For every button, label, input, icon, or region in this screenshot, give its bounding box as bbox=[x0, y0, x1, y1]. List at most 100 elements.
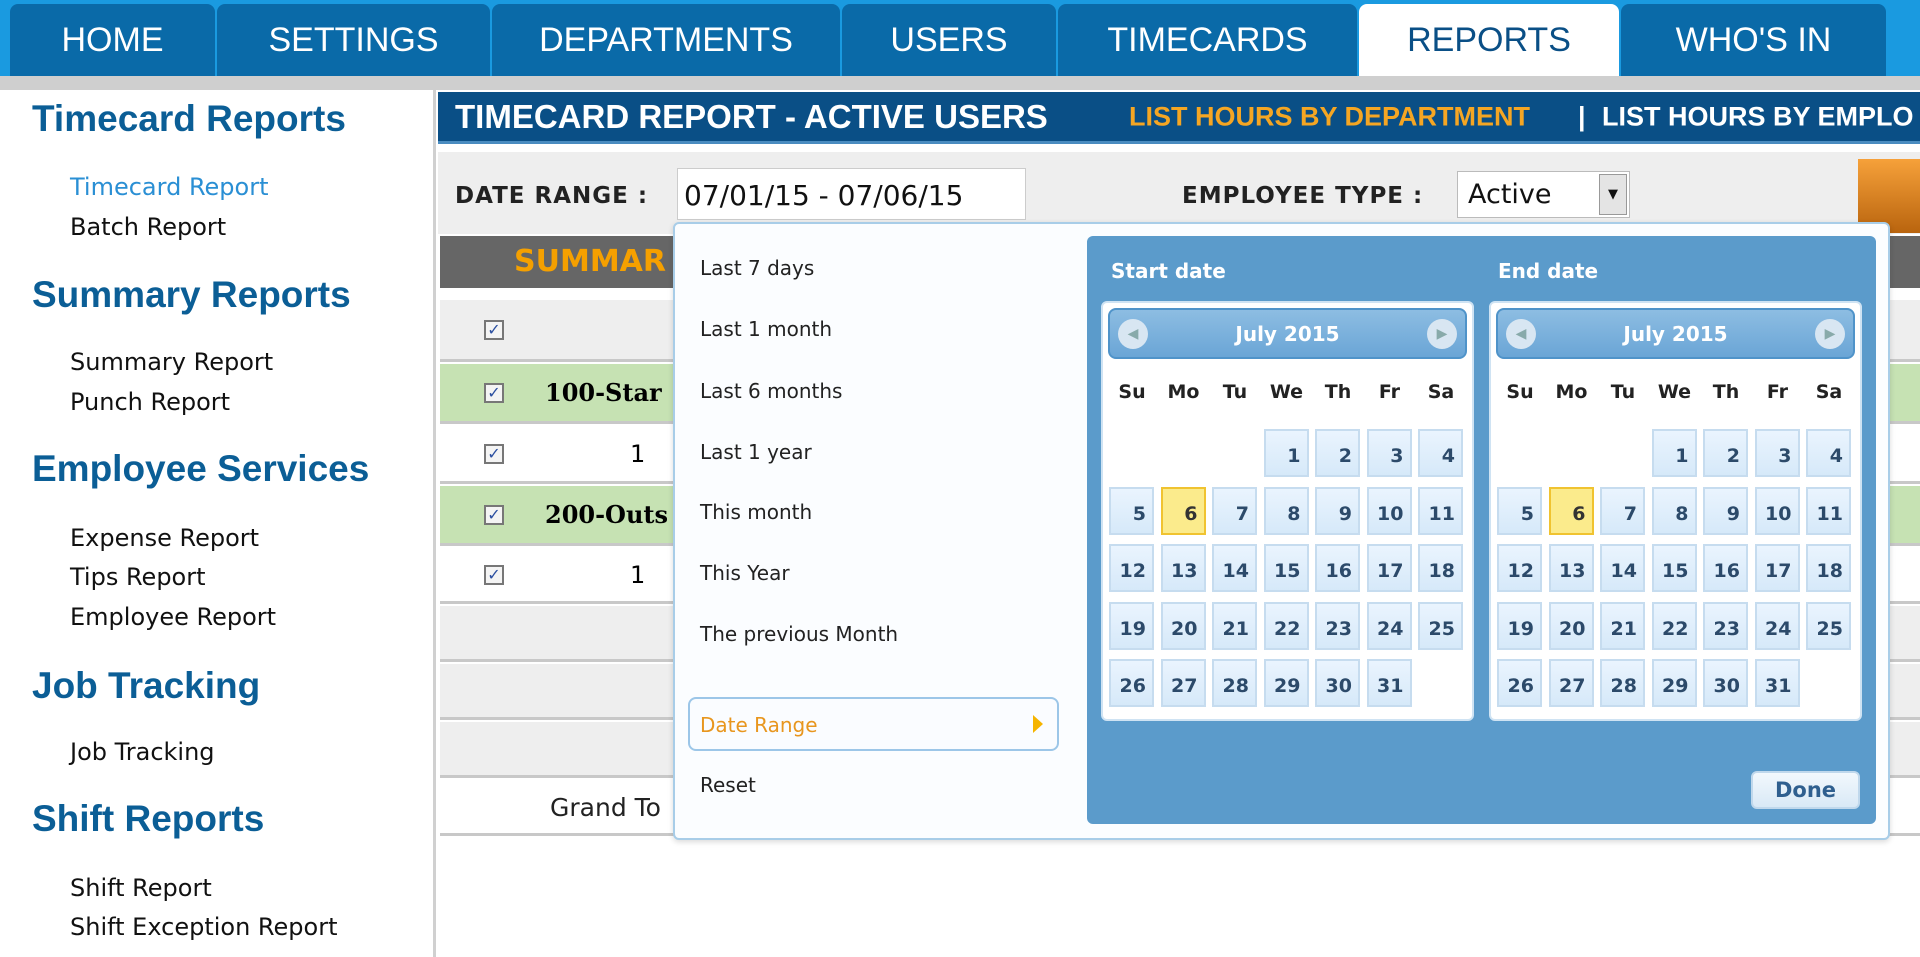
calendar-day[interactable]: 5 bbox=[1109, 486, 1154, 535]
calendar-day[interactable]: 2 bbox=[1315, 429, 1360, 477]
calendar-day[interactable]: 8 bbox=[1263, 486, 1309, 535]
tab-home[interactable]: HOME bbox=[10, 4, 215, 76]
preset-this-month[interactable]: This month bbox=[700, 500, 812, 524]
calendar-day[interactable]: 21 bbox=[1212, 601, 1257, 650]
calendar-day[interactable]: 17 bbox=[1754, 544, 1800, 593]
calendar-day[interactable]: 24 bbox=[1366, 601, 1412, 650]
calendar-day[interactable]: 22 bbox=[1263, 601, 1309, 650]
calendar-day[interactable]: 27 bbox=[1548, 659, 1594, 708]
calendar-day[interactable]: 11 bbox=[1806, 486, 1851, 535]
sidebar-item-shift-report[interactable]: Shift Report bbox=[70, 874, 212, 902]
row-checkbox[interactable]: ✓ bbox=[484, 505, 504, 525]
sidebar-item-punch-report[interactable]: Punch Report bbox=[70, 388, 230, 416]
calendar-day[interactable]: 30 bbox=[1703, 659, 1748, 708]
calendar-day[interactable]: 31 bbox=[1366, 659, 1412, 708]
tab-whos-in[interactable]: WHO'S IN bbox=[1621, 4, 1886, 76]
preset-reset[interactable]: Reset bbox=[700, 773, 756, 797]
calendar-day[interactable]: 18 bbox=[1418, 544, 1463, 593]
calendar-day[interactable]: 2 bbox=[1703, 429, 1748, 477]
tab-settings[interactable]: SETTINGS bbox=[217, 4, 490, 76]
sidebar-item-batch-report[interactable]: Batch Report bbox=[70, 213, 226, 241]
calendar-day[interactable]: 7 bbox=[1212, 486, 1257, 535]
calendar-day[interactable]: 16 bbox=[1315, 544, 1360, 593]
calendar-day[interactable]: 27 bbox=[1160, 659, 1206, 708]
calendar-day[interactable]: 9 bbox=[1315, 486, 1360, 535]
calendar-day[interactable]: 18 bbox=[1806, 544, 1851, 593]
row-checkbox[interactable]: ✓ bbox=[484, 383, 504, 403]
tab-departments[interactable]: DEPARTMENTS bbox=[492, 4, 840, 76]
date-range-input[interactable]: 07/01/15 - 07/06/15 bbox=[677, 168, 1026, 220]
calendar-day[interactable]: 29 bbox=[1651, 659, 1697, 708]
calendar-day[interactable]: 20 bbox=[1548, 601, 1594, 650]
chevron-down-icon[interactable]: ▼ bbox=[1599, 174, 1627, 215]
calendar-day[interactable]: 13 bbox=[1548, 544, 1594, 593]
calendar-day[interactable]: 29 bbox=[1263, 659, 1309, 708]
calendar-day[interactable]: 12 bbox=[1497, 544, 1542, 593]
calendar-day[interactable]: 22 bbox=[1651, 601, 1697, 650]
preset-previous-month[interactable]: The previous Month bbox=[700, 622, 898, 646]
calendar-day[interactable]: 30 bbox=[1315, 659, 1360, 708]
preset-last-6-months[interactable]: Last 6 months bbox=[700, 379, 842, 403]
calendar-day-selected[interactable]: 6 bbox=[1548, 486, 1594, 535]
calendar-day[interactable]: 10 bbox=[1754, 486, 1800, 535]
row-checkbox[interactable]: ✓ bbox=[484, 565, 504, 585]
sidebar-item-employee-report[interactable]: Employee Report bbox=[70, 603, 276, 631]
calendar-day[interactable]: 16 bbox=[1703, 544, 1748, 593]
prev-month-icon[interactable]: ◀ bbox=[1118, 318, 1148, 349]
calendar-day[interactable]: 10 bbox=[1366, 486, 1412, 535]
row-checkbox[interactable]: ✓ bbox=[484, 444, 504, 464]
preset-last-1-year[interactable]: Last 1 year bbox=[700, 440, 812, 464]
calendar-day[interactable]: 23 bbox=[1703, 601, 1748, 650]
calendar-day[interactable]: 14 bbox=[1600, 544, 1645, 593]
calendar-day[interactable]: 28 bbox=[1212, 659, 1257, 708]
calendar-day[interactable]: 25 bbox=[1806, 601, 1851, 650]
calendar-day-selected[interactable]: 6 bbox=[1160, 486, 1206, 535]
done-button[interactable]: Done bbox=[1751, 771, 1860, 809]
calendar-day[interactable]: 26 bbox=[1109, 659, 1154, 708]
next-month-icon[interactable]: ▶ bbox=[1427, 318, 1457, 349]
calendar-day[interactable]: 12 bbox=[1109, 544, 1154, 593]
select-all-checkbox[interactable]: ✓ bbox=[484, 320, 504, 340]
preset-date-range[interactable]: Date Range bbox=[688, 697, 1059, 751]
calendar-day[interactable]: 17 bbox=[1366, 544, 1412, 593]
calendar-day[interactable]: 11 bbox=[1418, 486, 1463, 535]
preset-this-year[interactable]: This Year bbox=[700, 561, 790, 585]
link-hours-by-employee[interactable]: LIST HOURS BY EMPLO bbox=[1602, 101, 1914, 132]
sidebar-item-expense-report[interactable]: Expense Report bbox=[70, 524, 259, 552]
tab-reports[interactable]: REPORTS bbox=[1359, 4, 1619, 76]
calendar-day[interactable]: 24 bbox=[1754, 601, 1800, 650]
prev-month-icon[interactable]: ◀ bbox=[1506, 318, 1536, 349]
preset-last-1-month[interactable]: Last 1 month bbox=[700, 317, 832, 341]
calendar-day[interactable]: 20 bbox=[1160, 601, 1206, 650]
sidebar-item-summary-report[interactable]: Summary Report bbox=[70, 348, 273, 376]
calendar-day[interactable]: 5 bbox=[1497, 486, 1542, 535]
preset-last-7-days[interactable]: Last 7 days bbox=[700, 256, 814, 280]
employee-type-select[interactable]: Active ▼ bbox=[1457, 171, 1630, 218]
calendar-day[interactable]: 19 bbox=[1109, 601, 1154, 650]
calendar-day[interactable]: 15 bbox=[1263, 544, 1309, 593]
calendar-day[interactable]: 19 bbox=[1497, 601, 1542, 650]
calendar-day[interactable]: 15 bbox=[1651, 544, 1697, 593]
calendar-day[interactable]: 1 bbox=[1651, 429, 1697, 477]
calendar-day[interactable]: 26 bbox=[1497, 659, 1542, 708]
calendar-day[interactable]: 4 bbox=[1418, 429, 1463, 477]
calendar-day[interactable]: 28 bbox=[1600, 659, 1645, 708]
calendar-day[interactable]: 3 bbox=[1754, 429, 1800, 477]
calendar-day[interactable]: 4 bbox=[1806, 429, 1851, 477]
sidebar-item-shift-exception-report[interactable]: Shift Exception Report bbox=[70, 913, 337, 941]
sidebar-item-tips-report[interactable]: Tips Report bbox=[70, 563, 206, 591]
calendar-day[interactable]: 13 bbox=[1160, 544, 1206, 593]
calendar-day[interactable]: 3 bbox=[1366, 429, 1412, 477]
calendar-day[interactable]: 7 bbox=[1600, 486, 1645, 535]
calendar-day[interactable]: 8 bbox=[1651, 486, 1697, 535]
sidebar-item-job-tracking[interactable]: Job Tracking bbox=[70, 738, 215, 766]
calendar-day[interactable]: 25 bbox=[1418, 601, 1463, 650]
next-month-icon[interactable]: ▶ bbox=[1815, 318, 1845, 349]
link-hours-by-department[interactable]: LIST HOURS BY DEPARTMENT bbox=[1129, 101, 1530, 132]
calendar-day[interactable]: 23 bbox=[1315, 601, 1360, 650]
calendar-day[interactable]: 21 bbox=[1600, 601, 1645, 650]
calendar-day[interactable]: 14 bbox=[1212, 544, 1257, 593]
tab-users[interactable]: USERS bbox=[842, 4, 1056, 76]
calendar-day[interactable]: 1 bbox=[1263, 429, 1309, 477]
calendar-day[interactable]: 31 bbox=[1754, 659, 1800, 708]
